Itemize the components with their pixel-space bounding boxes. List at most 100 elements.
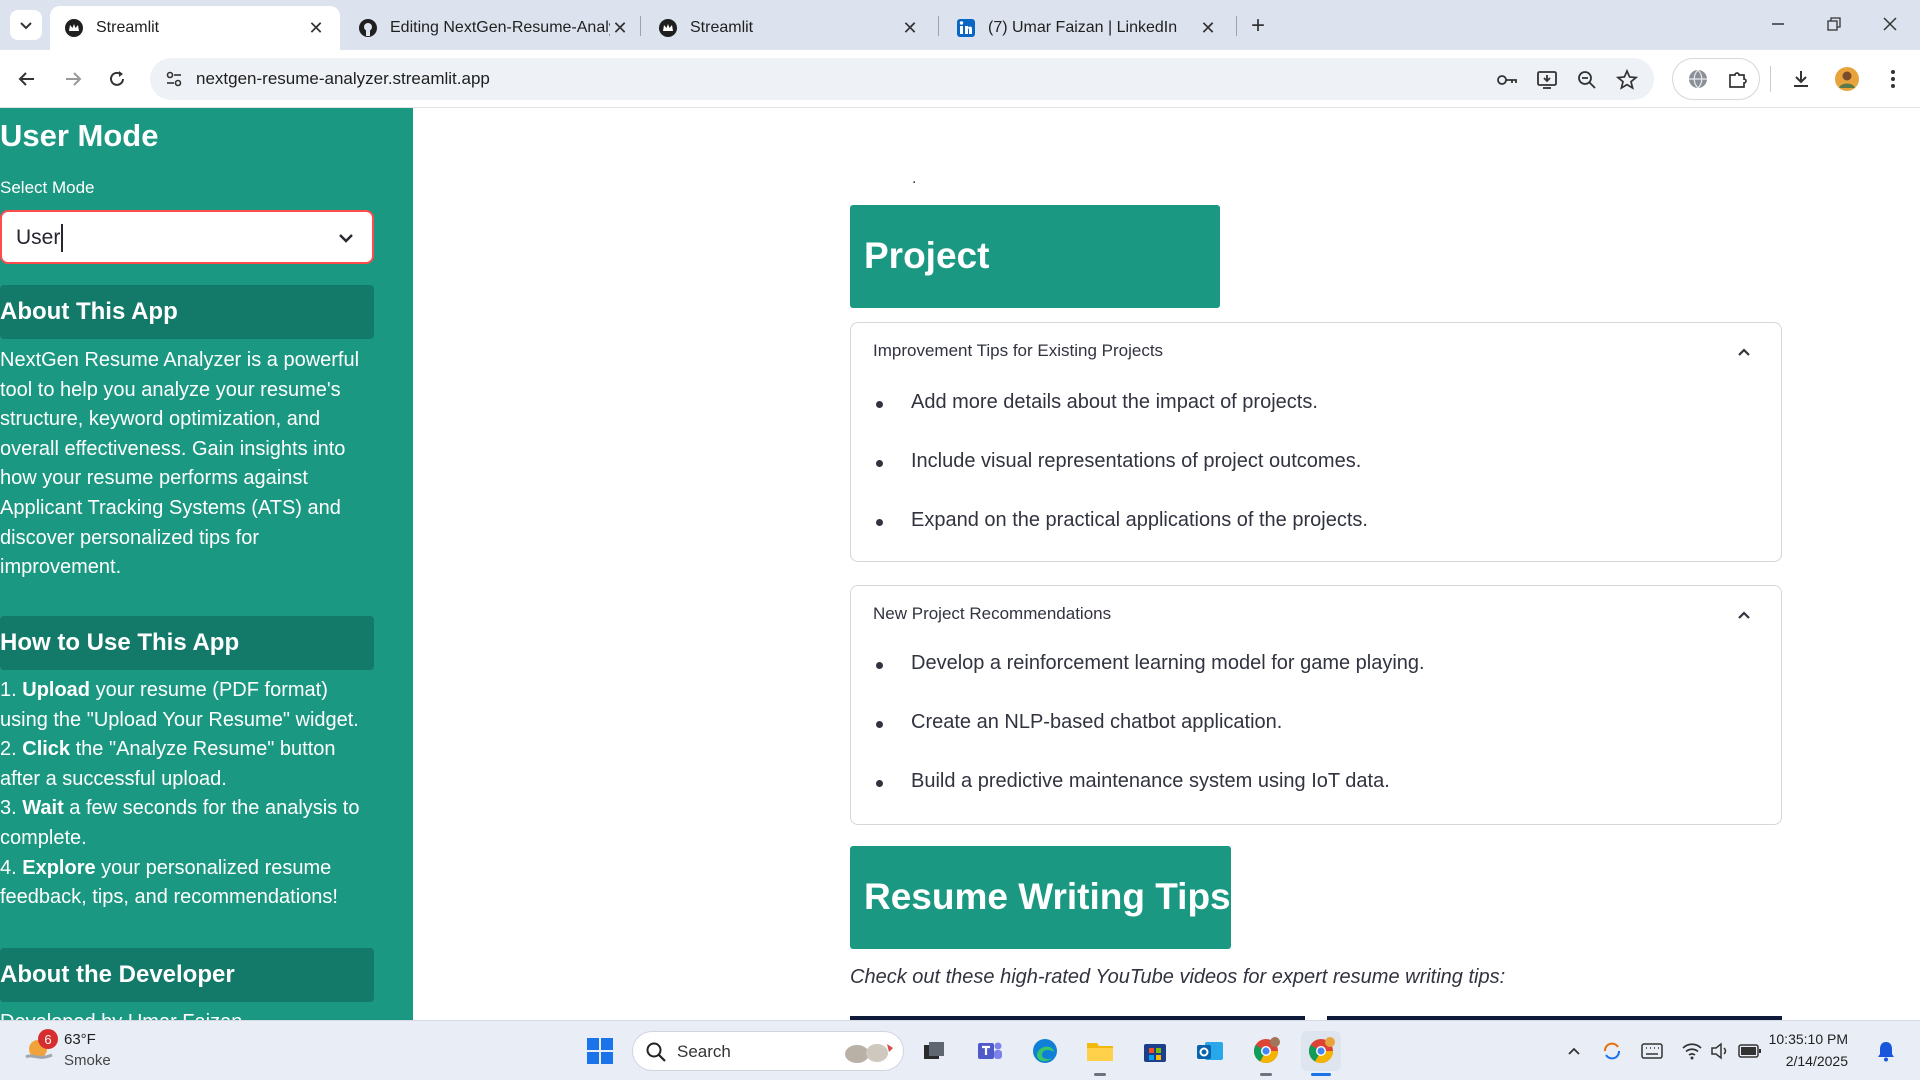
chrome-active-icon[interactable] xyxy=(1301,1031,1341,1071)
outlook-icon[interactable] xyxy=(1190,1031,1230,1071)
close-tab-icon[interactable]: ✕ xyxy=(1198,18,1218,38)
volume-icon[interactable] xyxy=(1708,1039,1732,1063)
improvement-tips-toggle[interactable]: Improvement Tips for Existing Projects xyxy=(851,323,1781,379)
close-icon xyxy=(1883,17,1897,31)
address-bar[interactable]: nextgen-resume-analyzer.streamlit.app xyxy=(150,58,1654,100)
weather-badge: 6 xyxy=(38,1029,58,1049)
tab-linkedin[interactable]: (7) Umar Faizan | LinkedIn ✕ xyxy=(942,6,1232,50)
tab-streamlit-active[interactable]: Streamlit ✕ xyxy=(50,6,340,50)
wifi-icon[interactable] xyxy=(1680,1039,1704,1063)
streamlit-crown-icon xyxy=(64,18,84,38)
step-item: 2. Click the "Analyze Resume" button aft… xyxy=(0,738,336,790)
show-hidden-icons-chevron-icon[interactable] xyxy=(1562,1039,1586,1063)
expander-title: New Project Recommendations xyxy=(873,604,1112,623)
teams-icon[interactable] xyxy=(970,1031,1010,1071)
search-label: Search xyxy=(677,1042,731,1061)
sidebar-title: User Mode xyxy=(0,118,159,153)
step-item: 3. Wait a few seconds for the analysis t… xyxy=(0,797,360,849)
forward-button[interactable] xyxy=(56,62,90,96)
improvement-tips-expander: Improvement Tips for Existing Projects A… xyxy=(850,322,1782,562)
clock-date[interactable]: 2/14/2025 xyxy=(1786,1053,1848,1069)
arrow-left-icon xyxy=(18,72,34,86)
text-cursor xyxy=(61,224,63,252)
developer-heading: About the Developer xyxy=(0,948,374,1002)
edge-icon[interactable] xyxy=(1025,1031,1065,1071)
browser-tab-bar: Streamlit ✕ Editing NextGen-Resume-Analy… xyxy=(0,0,1920,50)
close-tab-icon[interactable]: ✕ xyxy=(900,18,920,38)
resume-tips-heading: Resume Writing Tips xyxy=(850,846,1231,949)
browser-menu-icon[interactable] xyxy=(1878,64,1908,94)
how-to-steps: 1. Upload your resume (PDF format) using… xyxy=(0,676,376,913)
taskbar-search[interactable]: Search xyxy=(632,1031,904,1071)
close-tab-icon[interactable]: ✕ xyxy=(306,18,326,38)
keyboard-icon[interactable] xyxy=(1640,1039,1664,1063)
about-app-heading: About This App xyxy=(0,285,374,339)
profile-avatar[interactable] xyxy=(1832,64,1862,94)
close-tab-icon[interactable]: ✕ xyxy=(610,18,630,38)
microsoft-store-icon[interactable] xyxy=(1135,1031,1175,1071)
tab-divider xyxy=(1236,16,1237,36)
restore-button[interactable] xyxy=(1814,8,1854,40)
mode-select[interactable]: User xyxy=(0,210,374,264)
stray-dot: . xyxy=(912,170,917,187)
list-item: Create an NLP-based chatbot application. xyxy=(851,711,1781,770)
main-content: . Project Suggestions Improvement Tips f… xyxy=(413,108,1920,1020)
toolbar-divider xyxy=(1770,66,1771,92)
search-highlight-icon xyxy=(845,1044,893,1063)
restore-icon xyxy=(1827,17,1841,31)
list-item: Add more details about the impact of pro… xyxy=(851,391,1781,450)
chrome-profile-icon[interactable] xyxy=(1246,1031,1286,1071)
chevron-up-icon xyxy=(1738,611,1750,619)
tab-title: (7) Umar Faizan | LinkedIn xyxy=(988,19,1178,36)
how-to-heading: How to Use This App xyxy=(0,616,374,670)
reload-button[interactable] xyxy=(100,62,134,96)
zoom-icon[interactable] xyxy=(1574,67,1600,93)
weather-temperature: 63°F xyxy=(64,1031,96,1048)
sync-icon[interactable] xyxy=(1600,1039,1624,1063)
battery-icon[interactable] xyxy=(1738,1039,1762,1063)
tab-github[interactable]: Editing NextGen-Resume-Analy ✕ xyxy=(344,6,644,50)
url-text: nextgen-resume-analyzer.streamlit.app xyxy=(196,69,490,88)
reload-icon xyxy=(110,71,124,86)
tab-streamlit-2[interactable]: Streamlit ✕ xyxy=(644,6,934,50)
streamlit-crown-icon xyxy=(658,18,678,38)
linkedin-icon xyxy=(956,18,976,38)
clock-time[interactable]: 10:35:10 PM xyxy=(1769,1031,1848,1047)
bookmark-star-icon[interactable] xyxy=(1614,67,1640,93)
install-app-icon[interactable] xyxy=(1534,67,1560,93)
tab-title: Streamlit xyxy=(690,19,754,36)
back-button[interactable] xyxy=(10,62,44,96)
list-item: Build a predictive maintenance system us… xyxy=(851,770,1781,829)
new-tab-button[interactable]: + xyxy=(1244,12,1272,40)
step-item: 4. Explore your personalized resume feed… xyxy=(0,856,338,909)
taskbar: 6 63°F Smoke Search 10:35:10 PM 2/14/202… xyxy=(0,1020,1920,1080)
tab-search-button[interactable] xyxy=(10,10,42,40)
project-suggestions-heading: Project Suggestions xyxy=(850,205,1220,378)
password-key-icon[interactable] xyxy=(1494,67,1520,93)
close-window-button[interactable] xyxy=(1870,8,1910,40)
tab-title: Streamlit xyxy=(96,19,160,36)
github-icon xyxy=(358,18,378,38)
downloads-icon[interactable] xyxy=(1786,64,1816,94)
minimize-button[interactable] xyxy=(1758,8,1798,40)
chevron-up-icon xyxy=(1738,348,1750,356)
puzzle-extensions-icon[interactable] xyxy=(1723,64,1753,94)
active-app-indicator xyxy=(1311,1073,1331,1076)
notifications-bell-icon[interactable] xyxy=(1874,1039,1898,1063)
tab-divider xyxy=(938,16,939,36)
windows-start-icon[interactable] xyxy=(580,1031,620,1071)
mode-select-value: User xyxy=(16,226,61,249)
task-view-icon[interactable] xyxy=(914,1031,954,1071)
improvement-tips-list: Add more details about the impact of pro… xyxy=(851,391,1781,568)
file-explorer-icon[interactable] xyxy=(1080,1031,1120,1071)
select-mode-label: Select Mode xyxy=(0,178,95,197)
new-projects-toggle[interactable]: New Project Recommendations xyxy=(851,586,1781,642)
arrow-right-icon xyxy=(66,72,82,86)
globe-extension-icon[interactable] xyxy=(1683,64,1713,94)
running-indicator xyxy=(1260,1073,1272,1076)
chevron-down-icon[interactable] xyxy=(336,228,356,248)
weather-description: Smoke xyxy=(64,1052,111,1069)
new-projects-expander: New Project Recommendations Develop a re… xyxy=(850,585,1782,825)
site-settings-icon[interactable] xyxy=(164,69,184,89)
sidebar: User Mode Select Mode User About This Ap… xyxy=(0,108,413,1020)
